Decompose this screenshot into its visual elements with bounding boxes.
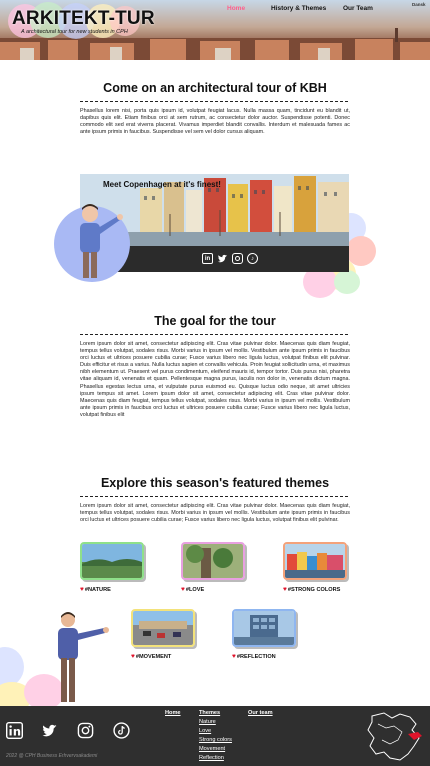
theme-image (181, 542, 245, 580)
theme-card-nature[interactable]: ♥#NATURE (80, 542, 144, 593)
banner-title: Meet Copenhagen at it's finest! (103, 180, 221, 189)
theme-image (131, 609, 195, 647)
footer-theme-link-nature[interactable]: Nature (199, 719, 216, 725)
theme-card-movement[interactable]: ♥#MOVEMENT (131, 609, 195, 660)
language-switch-link[interactable]: Dansk (412, 2, 426, 7)
top-nav: Home History & Themes Our Team Dansk (0, 2, 430, 19)
linkedin-icon[interactable]: in (202, 253, 213, 264)
footer-themes-link[interactable]: Themes (199, 710, 220, 716)
divider (80, 496, 348, 497)
goal-title: The goal for the tour (154, 314, 276, 328)
intro-text: Phasellus lorem nisi, porta quis ipsum i… (80, 108, 350, 136)
waving-person-illustration (80, 204, 123, 278)
copenhagen-map-icon (367, 712, 422, 761)
heart-icon: ♥ (232, 653, 236, 660)
tiktok-icon[interactable] (113, 722, 130, 739)
tiktok-icon[interactable]: ♪ (247, 253, 258, 264)
banner-social-links: in ♪ (202, 253, 258, 264)
theme-label: #STRONG COLORS (287, 587, 341, 593)
themes-title: Explore this season's featured themes (100, 476, 330, 490)
heart-icon: ♥ (181, 586, 185, 593)
theme-card-love[interactable]: ♥#LOVE (181, 542, 245, 593)
theme-image (232, 609, 296, 647)
footer-theme-link-love[interactable]: Love (199, 728, 211, 734)
footer-theme-link-strong-colors[interactable]: Strong colors (199, 737, 232, 743)
footer-theme-link-reflection[interactable]: Reflection (199, 755, 224, 761)
themes-text: Lorem ipsum dolor sit amet, consectetur … (80, 503, 350, 524)
theme-label: #LOVE (185, 587, 205, 593)
footer-home-link[interactable]: Home (165, 710, 181, 716)
heart-icon: ♥ (283, 586, 287, 593)
footer-our-team-link[interactable]: Our team (248, 710, 273, 716)
theme-label: #NATURE (84, 587, 111, 593)
decor-blob (334, 270, 360, 294)
nav-our-team-link[interactable]: Our Team (343, 5, 373, 12)
nav-history-themes-link[interactable]: History & Themes (271, 5, 326, 12)
twitter-icon[interactable] (217, 253, 228, 264)
theme-card-strong-colors[interactable]: ♥#STRONG COLORS (283, 542, 347, 593)
copyright-text: 2022 @ CPH Business Erhvervsakademi (6, 753, 98, 759)
decor-blob (0, 647, 24, 687)
divider (80, 334, 348, 335)
theme-label: #REFLECTION (236, 654, 276, 660)
intro-title: Come on an architectural tour of KBH (103, 81, 327, 95)
goal-text: Lorem ipsum dolor sit amet, consectetur … (80, 341, 350, 418)
instagram-icon[interactable] (77, 722, 94, 739)
hero-header: ARKITEKT-TUR A architectural tour for ne… (0, 0, 430, 60)
site-tagline: A architectural tour for new students in… (21, 29, 128, 35)
theme-image (80, 542, 144, 580)
instagram-icon[interactable] (232, 253, 243, 264)
theme-label: #MOVEMENT (135, 654, 172, 660)
site-footer: Home Themes Our team Nature Love Strong … (0, 706, 430, 766)
pointing-person-illustration (58, 612, 109, 702)
theme-image (283, 542, 347, 580)
twitter-icon[interactable] (41, 722, 58, 739)
heart-icon: ♥ (80, 586, 84, 593)
linkedin-icon[interactable] (6, 722, 23, 739)
divider (80, 101, 348, 102)
heart-icon: ♥ (131, 653, 135, 660)
theme-card-reflection[interactable]: ♥#REFLECTION (232, 609, 296, 660)
nav-home-link[interactable]: Home (227, 5, 245, 12)
footer-theme-link-movement[interactable]: Movement (199, 746, 225, 752)
